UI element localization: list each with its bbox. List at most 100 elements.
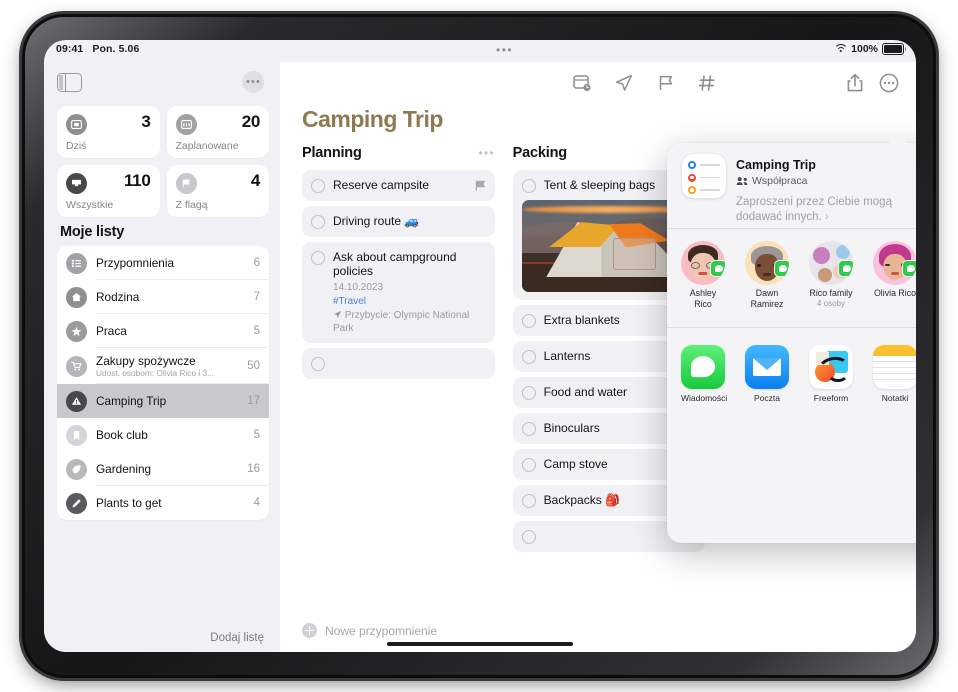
task-location-text: Przybycie: Olympic National Park (333, 310, 470, 334)
task-checkbox[interactable] (521, 386, 536, 400)
share-app-notes[interactable]: Notatki (873, 345, 916, 425)
share-apps-row: Wiadomości Poczta Freeform Notatki (667, 333, 916, 425)
my-lists-container: Przypomnienia 6 Rodzina 7 Praca 5 Zakupy… (57, 246, 269, 520)
task-row[interactable]: Reserve campsite (302, 170, 495, 201)
share-app-freeform[interactable]: Freeform (809, 345, 853, 425)
task-location: Przybycie: Olympic National Park (333, 309, 486, 335)
smart-list-flagged[interactable]: 4 Z flagą (166, 165, 269, 217)
notes-app-icon (873, 345, 916, 389)
list-name: Plants to get (96, 496, 162, 510)
column-title: Planning (302, 145, 362, 161)
sidebar-item-zakupy-spozywcze[interactable]: Zakupy spożywcze Udost. osobom: Olivia R… (57, 348, 269, 384)
location-arrow-icon[interactable] (613, 72, 635, 94)
task-checkbox[interactable] (521, 179, 536, 193)
sidebar-item-camping-trip[interactable]: Camping Trip 17 (57, 384, 269, 418)
people-icon (736, 177, 748, 186)
smart-list-all[interactable]: 110 Wszystkie (57, 165, 160, 217)
sidebar-item-book-club[interactable]: Book club 5 (57, 418, 269, 452)
person-subtitle: 4 osoby (816, 298, 846, 308)
task-title: Driving route 🚙 (333, 214, 420, 228)
avatar (681, 241, 725, 285)
person-item[interactable]: Dawn Ramirez (745, 241, 789, 339)
battery-percent: 100% (851, 43, 878, 55)
task-checkbox[interactable] (521, 530, 536, 544)
popover-note-text: Zaproszeni przez Ciebie mogą dodawać inn… (736, 196, 892, 223)
smart-list-scheduled[interactable]: 20 Zaplanowane (166, 106, 269, 158)
sidebar-item-praca[interactable]: Praca 5 (57, 314, 269, 348)
person-item[interactable]: Rico family 4 osoby (809, 241, 853, 339)
task-checkbox[interactable] (311, 357, 325, 371)
sidebar-item-przypomnienia[interactable]: Przypomnienia 6 (57, 246, 269, 280)
task-date: 14.10.2023 (333, 282, 384, 293)
multitasking-dots-icon[interactable]: ••• (496, 44, 513, 56)
smart-list-count: 20 (241, 112, 261, 131)
status-time: 09:41 (56, 43, 84, 55)
ellipsis-circle-icon[interactable] (878, 72, 900, 94)
task-title: Reserve campsite (333, 178, 430, 192)
new-reminder-button[interactable]: Nowe przypomnienie (302, 623, 437, 638)
task-checkbox[interactable] (521, 458, 536, 472)
popover-note[interactable]: Zaproszeni przez Ciebie mogą dodawać inn… (736, 195, 916, 225)
task-checkbox[interactable] (311, 215, 325, 229)
messages-badge-icon (774, 260, 789, 277)
popover-note-chevron: › (824, 211, 829, 223)
person-item[interactable]: Ashley Rico (681, 241, 725, 339)
task-checkbox[interactable] (521, 494, 536, 508)
calendar-icon (175, 114, 197, 135)
task-checkbox[interactable] (521, 422, 536, 436)
list-count: 5 (253, 429, 260, 441)
status-time-date: 09:41 Pon. 5.06 (56, 43, 139, 55)
ipad-device-frame: 09:41 Pon. 5.06 ••• 100% ••• 3 Dziś 20 Z… (22, 14, 936, 678)
task-tag[interactable]: #Travel (333, 295, 486, 308)
smart-list-label: Wszystkie (66, 199, 114, 211)
share-popover: Camping Trip Współpraca Zaproszeni przez… (667, 143, 916, 543)
list-name: Zakupy spożywcze (96, 353, 196, 368)
app-label: Notatki (881, 393, 909, 403)
task-checkbox[interactable] (521, 314, 536, 328)
person-name: Olivia Rico (873, 288, 916, 298)
task-checkbox[interactable] (311, 251, 325, 265)
task-row[interactable]: Driving route 🚙 (302, 206, 495, 237)
task-title: Tent & sleeping bags (543, 178, 656, 192)
flag-icon (475, 179, 486, 197)
task-checkbox[interactable] (521, 350, 536, 364)
app-label: Wiadomości (681, 393, 728, 403)
list-count: 4 (253, 497, 260, 509)
share-app-messages[interactable]: Wiadomości (681, 345, 728, 425)
detail-toolbar (280, 62, 916, 104)
task-row[interactable]: Ask about campground policies 14.10.2023… (302, 242, 495, 343)
plus-circle-icon (302, 623, 317, 638)
share-icon[interactable] (844, 72, 866, 94)
person-item[interactable]: Olivia Rico (873, 241, 916, 339)
popover-header: Camping Trip Współpraca Zaproszeni przez… (667, 143, 916, 229)
task-row-empty[interactable] (302, 348, 495, 379)
person-name: Dawn Ramirez (750, 288, 784, 309)
messages-app-icon (681, 345, 725, 389)
inbox-icon (66, 173, 87, 194)
sidebar-item-rodzina[interactable]: Rodzina 7 (57, 280, 269, 314)
share-app-mail[interactable]: Poczta (745, 345, 789, 425)
column-header: Planning ••• (302, 142, 495, 164)
person-name: Ashley Rico (689, 288, 717, 309)
sidebar-more-button[interactable]: ••• (242, 71, 264, 93)
popover-subtitle: Współpraca (736, 175, 807, 187)
task-title (333, 356, 486, 369)
freeform-app-icon (809, 345, 853, 389)
hashtag-icon[interactable] (696, 72, 718, 94)
sidebar-item-plants-to-get[interactable]: Plants to get 4 (57, 486, 269, 520)
list-name: Book club (96, 428, 148, 442)
flag-icon (175, 173, 197, 194)
calendar-clock-icon[interactable] (571, 72, 593, 94)
avatar (873, 241, 916, 285)
task-checkbox[interactable] (311, 179, 325, 193)
list-count: 7 (253, 291, 260, 303)
column-menu-icon[interactable]: ••• (478, 147, 494, 159)
list-count: 50 (247, 360, 260, 372)
sidebar-toggle-icon[interactable] (57, 73, 82, 92)
add-list-button[interactable]: Dodaj listę (210, 632, 264, 644)
column-title: Packing (512, 145, 567, 161)
home-indicator[interactable] (387, 642, 573, 646)
smart-list-today[interactable]: 3 Dziś (57, 106, 160, 158)
sidebar-item-gardening[interactable]: Gardening 16 (57, 452, 269, 486)
flag-icon[interactable] (655, 72, 677, 94)
